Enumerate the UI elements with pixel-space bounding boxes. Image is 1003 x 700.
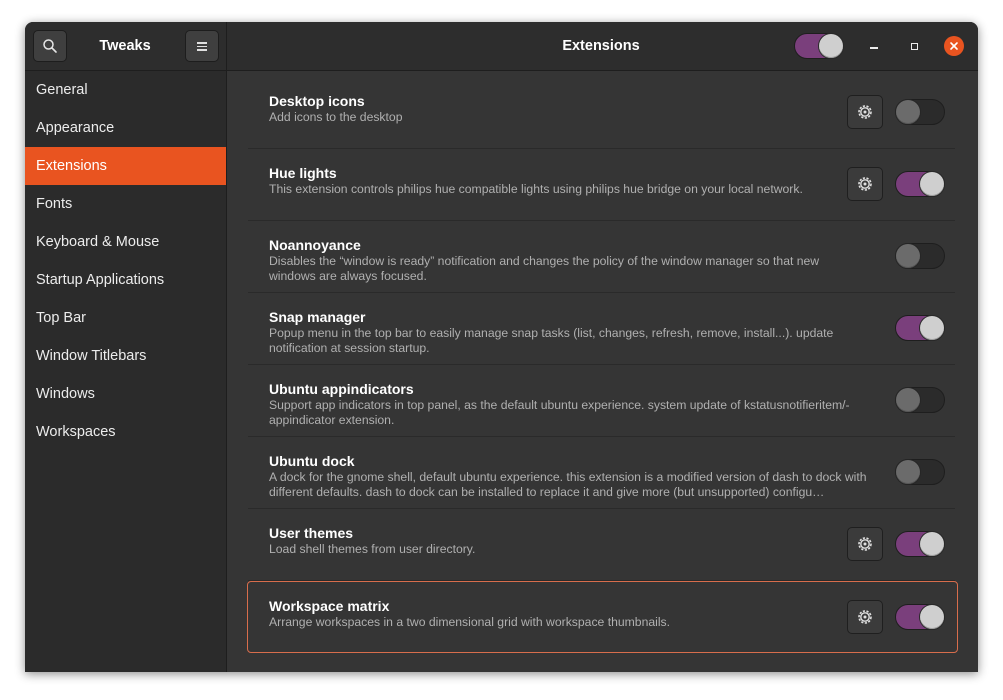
sidebar-item-workspaces[interactable]: Workspaces xyxy=(25,413,226,451)
switch-knob xyxy=(896,388,920,412)
sidebar-item-general[interactable]: General xyxy=(25,71,226,109)
extension-description: Load shell themes from user directory. xyxy=(269,542,476,556)
extension-toggle-switch[interactable] xyxy=(895,459,945,485)
extension-toggle-switch[interactable] xyxy=(895,531,945,557)
maximize-icon xyxy=(910,42,918,50)
switch-knob xyxy=(819,34,843,58)
app-title: Tweaks xyxy=(99,38,151,54)
search-button[interactable] xyxy=(33,30,67,62)
sidebar-item-top-bar[interactable]: Top Bar xyxy=(25,299,226,337)
menu-button[interactable] xyxy=(185,30,219,62)
sidebar-item-startup-applications[interactable]: Startup Applications xyxy=(25,261,226,299)
minimize-button[interactable] xyxy=(864,36,884,56)
sidebar-item-appearance[interactable]: Appearance xyxy=(25,109,226,147)
extension-row-noannoyance[interactable]: Noannoyance Disables the “window is read… xyxy=(248,221,955,293)
extension-name: Hue lights xyxy=(269,165,337,181)
extension-toggle-switch[interactable] xyxy=(895,604,945,630)
switch-knob xyxy=(896,100,920,124)
extension-row-desktop-icons[interactable]: Desktop icons Add icons to the desktop xyxy=(248,77,955,149)
extensions-list: Desktop icons Add icons to the desktop H… xyxy=(227,71,978,672)
extension-row-hue-lights[interactable]: Hue lights This extension controls phili… xyxy=(248,149,955,221)
gear-icon xyxy=(858,537,872,551)
sidebar-item-fonts[interactable]: Fonts xyxy=(25,185,226,223)
extension-toggle-switch[interactable] xyxy=(895,315,945,341)
extension-description: Add icons to the desktop xyxy=(269,110,403,124)
sidebar-item-windows[interactable]: Windows xyxy=(25,375,226,413)
sidebar: General Appearance Extensions Fonts Keyb… xyxy=(25,71,227,672)
switch-knob xyxy=(920,605,944,629)
extension-toggle-switch[interactable] xyxy=(895,99,945,125)
extension-name: Ubuntu dock xyxy=(269,453,355,469)
extension-settings-button[interactable] xyxy=(847,167,883,201)
extension-name: Desktop icons xyxy=(269,93,365,109)
minimize-icon xyxy=(870,47,878,49)
extension-description: This extension controls philips hue comp… xyxy=(269,182,803,196)
extension-description: Support app indicators in top panel, as … xyxy=(269,398,850,427)
gear-icon xyxy=(858,177,872,191)
tweaks-window: Tweaks Extensions General Appearance Ext… xyxy=(25,22,978,672)
sidebar-item-window-titlebars[interactable]: Window Titlebars xyxy=(25,337,226,375)
extension-name: Ubuntu appindicators xyxy=(269,381,414,397)
switch-knob xyxy=(920,316,944,340)
extension-row-ubuntu-appindicators[interactable]: Ubuntu appindicators Support app indicat… xyxy=(248,365,955,437)
extension-settings-button[interactable] xyxy=(847,527,883,561)
gear-icon xyxy=(858,610,872,624)
page-title: Extensions xyxy=(562,38,640,54)
header-sidebar-section: Tweaks xyxy=(25,22,227,70)
sidebar-item-keyboard-mouse[interactable]: Keyboard & Mouse xyxy=(25,223,226,261)
header-bar: Tweaks Extensions xyxy=(25,22,978,71)
switch-knob xyxy=(896,460,920,484)
search-icon xyxy=(43,39,57,53)
extensions-master-switch[interactable] xyxy=(794,33,844,59)
extension-name: User themes xyxy=(269,525,354,541)
extension-description: Arrange workspaces in a two dimensional … xyxy=(269,615,671,629)
extension-row-ubuntu-dock[interactable]: Ubuntu dock A dock for the gnome shell, … xyxy=(248,437,955,509)
extension-settings-button[interactable] xyxy=(847,600,883,634)
switch-knob xyxy=(920,172,944,196)
extension-description: Disables the “window is ready” notificat… xyxy=(269,254,820,283)
extension-name: Snap manager xyxy=(269,309,366,325)
extension-description: Popup menu in the top bar to easily mana… xyxy=(269,326,834,355)
switch-knob xyxy=(896,244,920,268)
extension-name: Noannoyance xyxy=(269,237,361,253)
extension-toggle-switch[interactable] xyxy=(895,387,945,413)
extension-description: A dock for the gnome shell, default ubun… xyxy=(269,470,867,499)
extension-name: Workspace matrix xyxy=(269,598,390,614)
extension-toggle-switch[interactable] xyxy=(895,243,945,269)
sidebar-item-extensions[interactable]: Extensions xyxy=(25,147,226,185)
close-icon xyxy=(950,42,958,50)
extension-row-workspace-matrix[interactable]: Workspace matrix Arrange workspaces in a… xyxy=(247,581,958,653)
extension-toggle-switch[interactable] xyxy=(895,171,945,197)
gear-icon xyxy=(858,105,872,119)
switch-knob xyxy=(920,532,944,556)
extension-row-snap-manager[interactable]: Snap manager Popup menu in the top bar t… xyxy=(248,293,955,365)
maximize-button[interactable] xyxy=(904,36,924,56)
hamburger-menu-icon xyxy=(197,42,207,51)
extension-row-user-themes[interactable]: User themes Load shell themes from user … xyxy=(248,509,955,581)
extension-settings-button[interactable] xyxy=(847,95,883,129)
close-button[interactable] xyxy=(944,36,964,56)
